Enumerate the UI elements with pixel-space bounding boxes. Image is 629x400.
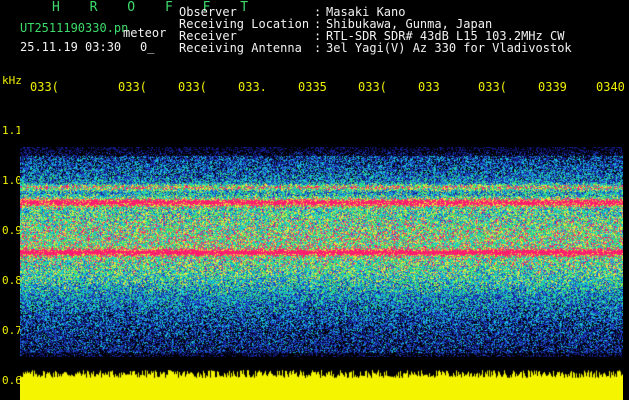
y-tick: 0.6 [2, 374, 22, 387]
signal-level-bar [20, 367, 623, 400]
y-tick: 0.7 [2, 324, 22, 337]
counter: 0_ [140, 40, 155, 54]
y-axis-unit: kHz [2, 74, 22, 87]
separator: : [314, 41, 322, 55]
y-tick: 1.1 [2, 124, 22, 137]
time-tick: 033( [118, 80, 147, 94]
spectrogram-plot [20, 95, 623, 400]
y-tick: 0.9 [2, 224, 22, 237]
time-tick: 033( [358, 80, 387, 94]
spectrogram-image [20, 147, 623, 357]
filename: UT2511190330.pn [20, 21, 129, 35]
time-tick: 033( [478, 80, 507, 94]
y-tick: 1.0 [2, 174, 22, 187]
time-tick: 033 [418, 80, 440, 94]
time-tick: 0339 [538, 80, 567, 94]
time-tick: 033. [238, 80, 267, 94]
y-tick: 0.8 [2, 274, 22, 287]
time-tick: 0340 [596, 80, 625, 94]
datetime: 25.11.19 03:30 [20, 40, 122, 54]
hrofft-window: { "app": { "title": "H R O F F T" }, "fi… [0, 0, 629, 400]
antenna-value: 3el Yagi(V) Az 330 for Vladivostok [326, 41, 572, 55]
time-tick: 033( [30, 80, 59, 94]
antenna-label: Receiving Antenna [179, 41, 302, 55]
time-tick: 033( [178, 80, 207, 94]
detection-tag: meteor [123, 26, 167, 40]
time-tick: 0335 [298, 80, 327, 94]
